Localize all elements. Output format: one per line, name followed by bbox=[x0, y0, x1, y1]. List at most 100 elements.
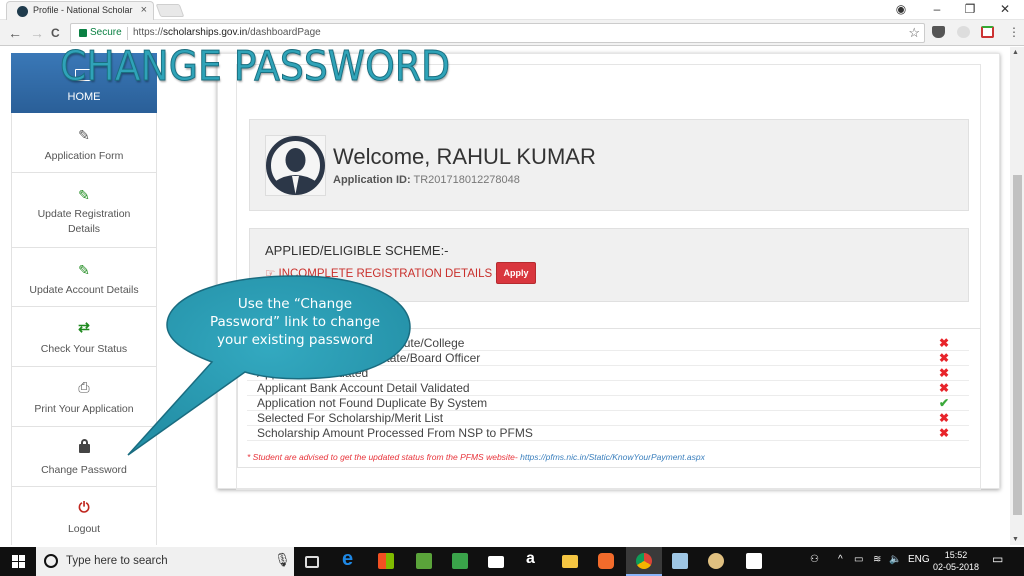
check-icon: ✔ bbox=[939, 396, 950, 410]
taskbar-app-amazon[interactable]: a bbox=[516, 547, 552, 576]
people-icon[interactable]: ⚇ bbox=[810, 554, 819, 565]
sidebar-item-application-form[interactable]: ✎ Application Form bbox=[11, 113, 157, 173]
windows-logo-icon bbox=[19, 555, 25, 561]
bookmark-star-icon[interactable]: ☆ bbox=[908, 25, 920, 41]
store-icon bbox=[378, 553, 394, 569]
edit-icon: ✎ bbox=[78, 262, 90, 278]
cloud-app-icon bbox=[416, 553, 432, 569]
edit-icon: ✎ bbox=[78, 127, 90, 143]
close-window-button[interactable]: ✕ bbox=[997, 2, 1013, 16]
sidebar-item-print-application[interactable]: ⎙ Print Your Application bbox=[11, 367, 157, 427]
lock-icon bbox=[79, 29, 87, 37]
browser-tab[interactable]: Profile - National Scholar × bbox=[6, 1, 154, 20]
tab-title: Profile - National Scholar bbox=[33, 5, 133, 15]
tab-close-icon[interactable]: × bbox=[141, 4, 147, 16]
taskbar-search[interactable]: Type here to search 🎙 bbox=[36, 547, 294, 576]
wifi-icon[interactable]: ≋ bbox=[873, 554, 881, 565]
taskbar-app-notepad[interactable] bbox=[662, 547, 698, 576]
sidebar-item-label: Update Registration Details bbox=[37, 208, 131, 235]
pocket-extension-icon[interactable] bbox=[932, 26, 945, 38]
windows-logo-icon bbox=[12, 555, 18, 561]
reload-icon[interactable]: C bbox=[51, 26, 60, 40]
power-icon: ⏻ bbox=[78, 499, 90, 515]
sidebar-item-label: Update Account Details bbox=[29, 284, 139, 296]
photos-icon bbox=[746, 553, 762, 569]
taskbar-app-paint[interactable] bbox=[698, 547, 734, 576]
table-row: Selected For Scholarship/Merit List ✖ bbox=[247, 411, 969, 426]
sidebar: HOME ✎ Application Form ✎ Update Registr… bbox=[11, 53, 157, 545]
clock-date: 02-05-2018 bbox=[932, 562, 980, 572]
status-text: Selected For Scholarship/Merit List bbox=[257, 411, 444, 425]
cross-icon: ✖ bbox=[939, 351, 950, 365]
print-icon: ⎙ bbox=[78, 379, 90, 395]
browser-menu-icon[interactable]: ⋮ bbox=[1008, 25, 1020, 39]
url-scheme: https:// bbox=[133, 27, 164, 38]
sidebar-item-label: Application Form bbox=[44, 150, 124, 162]
amazon-icon: a bbox=[526, 550, 535, 567]
status-text: Scholarship Amount Processed From NSP to… bbox=[257, 426, 533, 440]
taskbar-app-wps[interactable] bbox=[588, 547, 624, 576]
sidebar-item-label: Check Your Status bbox=[40, 343, 128, 355]
task-view-button[interactable] bbox=[294, 547, 330, 576]
minimize-button[interactable]: – bbox=[929, 2, 945, 16]
taskbar-app-photos[interactable] bbox=[736, 547, 772, 576]
scrollbar-thumb[interactable] bbox=[1013, 175, 1022, 515]
address-bar[interactable]: Secure https://scholarships.gov.in/dashb… bbox=[70, 23, 925, 43]
taskbar-app-store[interactable] bbox=[368, 547, 404, 576]
taskbar-app-evernote[interactable] bbox=[442, 547, 478, 576]
taskbar-app-cloud[interactable] bbox=[406, 547, 442, 576]
sidebar-item-check-status[interactable]: ⇄ Check Your Status bbox=[11, 307, 157, 367]
system-clock[interactable]: 15:52 02-05-2018 bbox=[930, 549, 982, 573]
cross-icon: ✖ bbox=[939, 426, 950, 440]
clock-time: 15:52 bbox=[944, 550, 968, 560]
sidebar-item-update-account[interactable]: ✎ Update Account Details bbox=[11, 248, 157, 307]
taskbar-app-mail[interactable] bbox=[478, 547, 514, 576]
pfms-link[interactable]: https://pfms.nic.in/Static/KnowYourPayme… bbox=[520, 452, 705, 462]
battery-icon[interactable]: ▭ bbox=[854, 554, 863, 565]
sidebar-item-change-password[interactable]: Change Password bbox=[11, 427, 157, 487]
microphone-icon[interactable]: 🎙 bbox=[274, 552, 291, 568]
status-text: Applicant Bank Account Detail Validated bbox=[257, 381, 470, 395]
scroll-up-icon[interactable]: ▲ bbox=[1012, 49, 1019, 56]
taskbar-app-edge[interactable]: e bbox=[332, 547, 368, 576]
overlay-title: CHANGE PASSWORD bbox=[60, 42, 451, 91]
profile-icon[interactable]: ◉ bbox=[893, 2, 909, 16]
taskbar-app-file-explorer[interactable] bbox=[552, 547, 588, 576]
folder-icon bbox=[562, 555, 578, 568]
calendar-extension-icon[interactable] bbox=[981, 26, 994, 38]
apply-button[interactable]: Apply bbox=[496, 262, 536, 284]
notifications-icon[interactable]: ▭ bbox=[992, 552, 1003, 566]
shield-extension-icon[interactable] bbox=[957, 26, 970, 38]
avatar bbox=[265, 135, 326, 196]
cross-icon: ✖ bbox=[939, 411, 950, 425]
back-arrow-icon[interactable]: ← bbox=[8, 25, 22, 41]
new-tab-button[interactable] bbox=[155, 4, 185, 17]
status-table: Application Verified by Institute/Colleg… bbox=[237, 328, 981, 468]
exchange-icon: ⇄ bbox=[78, 319, 90, 335]
divider bbox=[127, 27, 128, 40]
welcome-greeting: Welcome, RAHUL KUMAR bbox=[333, 144, 596, 169]
tray-chevron-icon[interactable]: ^ bbox=[838, 554, 843, 565]
taskbar-app-chrome[interactable] bbox=[626, 547, 662, 576]
welcome-card: Welcome, RAHUL KUMAR Application ID: TR2… bbox=[249, 119, 969, 211]
volume-icon[interactable]: 🔈 bbox=[889, 554, 901, 565]
notes-app-icon bbox=[452, 553, 468, 569]
scheme-card: APPLIED/ELIGIBLE SCHEME:- ☞ INCOMPLETE R… bbox=[249, 228, 969, 302]
chrome-icon bbox=[636, 553, 652, 569]
sidebar-item-logout[interactable]: ⏻ Logout bbox=[11, 487, 157, 545]
page-scrollbar[interactable]: ▲ ▼ bbox=[1010, 47, 1024, 545]
browser-tab-bar: Profile - National Scholar × ◉ – ❐ ✕ bbox=[0, 0, 1024, 20]
restore-button[interactable]: ❐ bbox=[962, 2, 978, 16]
scroll-down-icon[interactable]: ▼ bbox=[1012, 536, 1019, 543]
forward-arrow-icon[interactable]: → bbox=[30, 25, 44, 41]
notepad-icon bbox=[672, 553, 688, 569]
windows-logo-icon bbox=[19, 562, 25, 568]
paint-icon bbox=[708, 553, 724, 569]
sidebar-item-update-registration[interactable]: ✎ Update Registration Details bbox=[11, 173, 157, 248]
language-indicator[interactable]: ENG bbox=[908, 554, 930, 565]
page-content: HOME ✎ Application Form ✎ Update Registr… bbox=[0, 47, 1010, 545]
start-button[interactable] bbox=[0, 547, 36, 576]
status-note-text: * Student are advised to get the updated… bbox=[247, 452, 518, 462]
table-row: Application Validated ✖ bbox=[247, 366, 969, 381]
secure-label: Secure bbox=[90, 27, 122, 38]
